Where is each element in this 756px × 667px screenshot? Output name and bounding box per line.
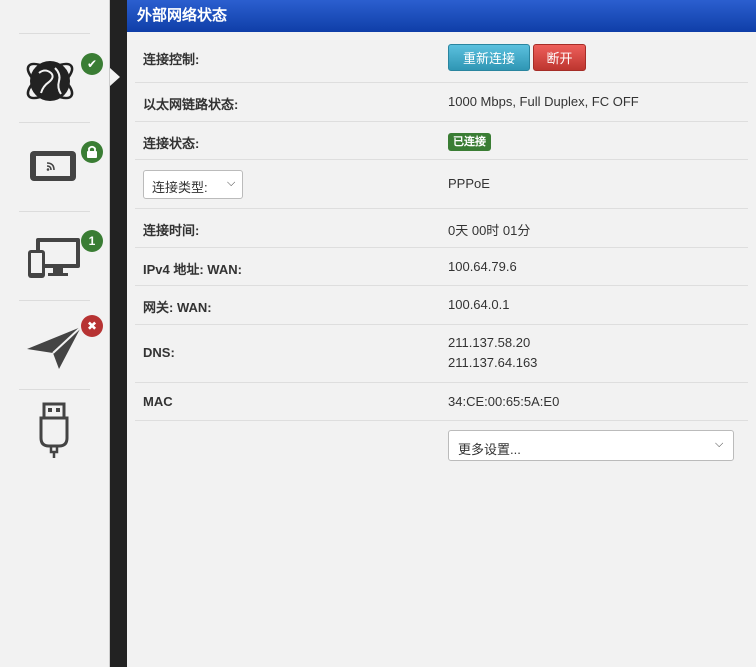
connection-control-label: 连接控制: xyxy=(143,52,200,67)
link-status-value: 1000 Mbps, Full Duplex, FC OFF xyxy=(448,94,639,109)
mac-label: MAC xyxy=(143,394,173,409)
check-icon: ✔ xyxy=(81,53,103,75)
gateway-label: 网关: WAN: xyxy=(143,300,212,315)
row-connection-time: 连接时间: 0天 00时 01分 xyxy=(135,209,748,248)
row-mac: MAC 34:CE:00:65:5A:E0 xyxy=(135,383,748,421)
mac-value: 34:CE:00:65:5A:E0 xyxy=(448,394,560,409)
active-indicator xyxy=(110,68,120,86)
status-badge: 已连接 xyxy=(448,133,491,151)
row-connection-control: 连接控制: 重新连接 断开 xyxy=(135,32,748,83)
more-settings-select[interactable]: 更多设置... ⌵ xyxy=(448,430,734,461)
ipv4-value: 100.64.79.6 xyxy=(448,259,517,274)
sidebar-item-network[interactable]: ✔ xyxy=(19,33,103,122)
wan-status-panel: 外部网络状态 连接控制: 重新连接 断开 以太网链路状态: 1000 Mbps,… xyxy=(127,0,756,667)
globe-icon xyxy=(26,61,74,101)
row-connection-state: 连接状态: 已连接 xyxy=(135,122,748,160)
link-status-label: 以太网链路状态: xyxy=(143,97,239,112)
dns-label: DNS: xyxy=(143,345,175,360)
chevron-down-icon: ⌵ xyxy=(715,438,724,450)
count-badge: 1 xyxy=(81,230,103,252)
dns-secondary-value: 211.137.64.163 xyxy=(448,355,538,370)
row-gateway: 网关: WAN: 100.64.0.1 xyxy=(135,286,748,325)
paper-plane-icon xyxy=(27,326,82,369)
connection-state-label: 连接状态: xyxy=(143,136,200,151)
chevron-down-icon: ⌵ xyxy=(227,177,236,189)
connection-type-value: PPPoE xyxy=(448,176,490,191)
sidebar-item-clients[interactable]: 1 xyxy=(19,211,103,300)
connection-type-select-label: 连接类型: xyxy=(152,180,208,195)
devices-icon xyxy=(28,238,80,278)
row-link-status: 以太网链路状态: 1000 Mbps, Full Duplex, FC OFF xyxy=(135,83,748,122)
connection-type-select[interactable]: 连接类型: ⌵ xyxy=(143,170,243,199)
more-settings-label: 更多设置... xyxy=(458,442,521,457)
panel-title: 外部网络状态 xyxy=(127,0,756,32)
lock-icon xyxy=(81,141,103,163)
sidebar-item-vpn[interactable]: ✖ xyxy=(19,300,103,389)
sidebar-item-usb[interactable] xyxy=(23,396,85,462)
wireless-device-icon xyxy=(30,151,76,181)
gateway-value: 100.64.0.1 xyxy=(448,297,510,312)
sidebar: ✔ 1 ✖ xyxy=(0,0,110,667)
ipv4-label: IPv4 地址: WAN: xyxy=(143,262,242,277)
row-connection-type: 连接类型: ⌵ PPPoE xyxy=(135,160,748,209)
connection-time-label: 连接时间: xyxy=(143,223,200,238)
usb-icon xyxy=(39,402,69,458)
row-dns: DNS: 211.137.58.20 211.137.64.163 xyxy=(135,325,748,383)
x-icon: ✖ xyxy=(81,315,103,337)
connection-time-value: 0天 00时 01分 xyxy=(448,223,531,238)
sidebar-divider xyxy=(19,389,90,390)
row-ipv4: IPv4 地址: WAN: 100.64.79.6 xyxy=(135,248,748,286)
reconnect-button[interactable]: 重新连接 xyxy=(448,44,530,71)
dns-primary-value: 211.137.58.20 xyxy=(448,335,531,350)
sidebar-item-wireless[interactable] xyxy=(19,122,103,211)
disconnect-button[interactable]: 断开 xyxy=(533,44,586,71)
